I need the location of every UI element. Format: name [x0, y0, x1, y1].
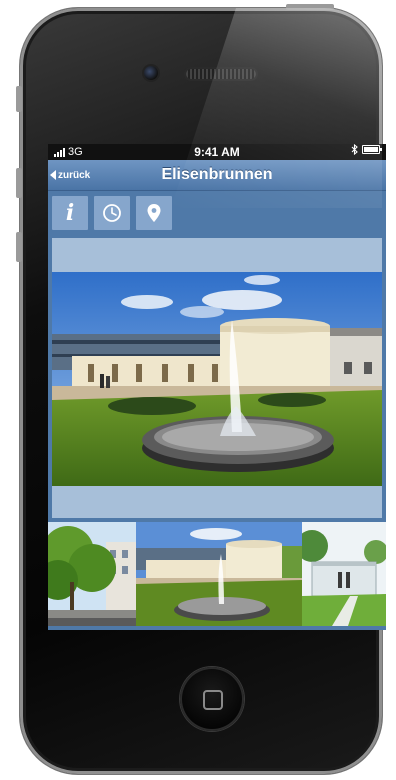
thumbnail-3[interactable]: [302, 522, 386, 626]
earpiece-speaker: [186, 69, 256, 79]
page-title: Elisenbrunnen: [161, 166, 273, 183]
home-button[interactable]: [180, 667, 244, 731]
navigation-bar: zurück Elisenbrunnen: [48, 160, 386, 191]
thumbnail-strip: [48, 522, 386, 626]
map-pin-icon: [147, 204, 161, 222]
status-right: [351, 144, 382, 155]
mute-switch: [16, 86, 22, 112]
battery-icon: [362, 145, 382, 154]
volume-up-button: [16, 168, 22, 198]
elisenbrunnen-fountain-thumbnail: [136, 522, 302, 626]
status-bar: 3G 9:41 AM: [48, 144, 386, 160]
volume-down-button: [16, 232, 22, 262]
opening-hours-button[interactable]: [94, 196, 130, 230]
info-icon: i: [65, 200, 75, 226]
main-photo: [52, 272, 382, 486]
info-button[interactable]: i: [52, 196, 88, 230]
thumbnail-2[interactable]: [136, 522, 302, 626]
park-pavilion-thumbnail: [302, 522, 386, 626]
thumbnail-1[interactable]: [48, 522, 136, 626]
detail-toolbar: i: [48, 191, 386, 237]
front-camera: [144, 66, 158, 80]
phone-screen: 3G 9:41 AM zurück Elisenbrunnen i: [48, 144, 386, 630]
elisenbrunnen-fountain-photo: [52, 272, 382, 486]
clock-icon: [103, 204, 121, 222]
sleep-button: [286, 4, 334, 10]
status-time: 9:41 AM: [194, 145, 240, 159]
bluetooth-icon: [351, 144, 358, 155]
location-button[interactable]: [136, 196, 172, 230]
street-trees-thumbnail: [48, 522, 136, 626]
